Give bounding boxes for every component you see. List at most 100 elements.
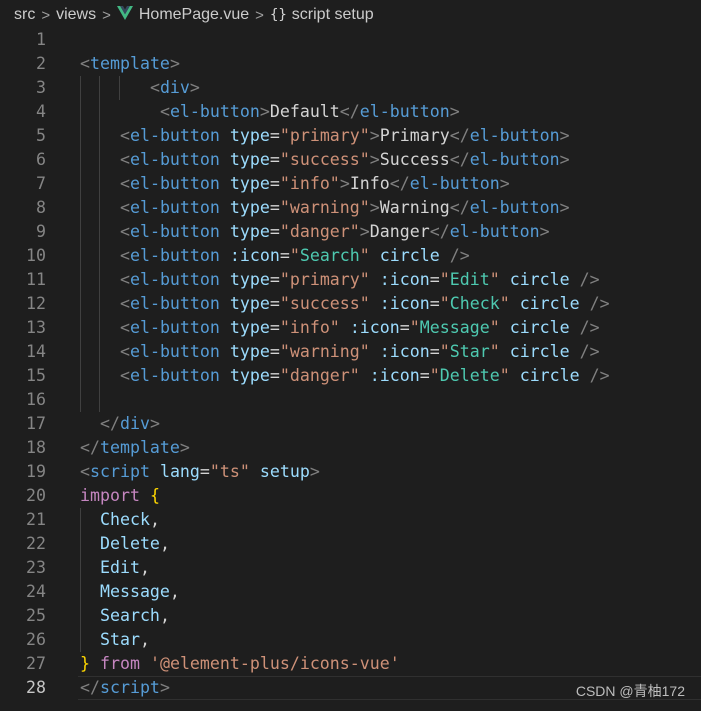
code-line[interactable]: 13 <el-button type="info" :icon="Message… — [0, 316, 701, 340]
breadcrumb-views[interactable]: views — [56, 6, 96, 24]
code-token: el-button — [129, 174, 220, 193]
code-line[interactable]: 2 <template> — [0, 52, 701, 76]
code-line[interactable]: 11 <el-button type="primary" :icon="Edit… — [0, 268, 701, 292]
code-text: <el-button :icon="Search" circle /> — [80, 244, 470, 268]
code-text: <el-button type="success" :icon="Check" … — [80, 292, 610, 316]
code-line[interactable]: 7 <el-button type="info">Info</el-button… — [0, 172, 701, 196]
code-token: "info" — [279, 318, 340, 337]
code-token: > — [559, 198, 570, 217]
code-token: div — [119, 414, 150, 433]
line-number: 4 — [36, 102, 46, 121]
code-token: type — [229, 174, 270, 193]
code-token: > — [149, 414, 160, 433]
code-line[interactable]: 16 — [0, 388, 701, 412]
code-token: from — [100, 654, 140, 673]
code-line[interactable]: 6 <el-button type="success">Success</el-… — [0, 148, 701, 172]
code-token: div — [159, 78, 190, 97]
code-token: Success — [379, 150, 450, 169]
code-text: </script> — [80, 676, 170, 700]
code-token: el-button — [469, 198, 560, 217]
breadcrumb-symbol-label: script setup — [291, 6, 374, 23]
code-line[interactable]: 26 Star, — [0, 628, 701, 652]
code-text: <el-button type="warning">Warning</el-bu… — [80, 196, 570, 220]
code-line[interactable]: 27} from '@element-plus/icons-vue' — [0, 652, 701, 676]
code-line[interactable]: 25 Search, — [0, 604, 701, 628]
code-token: el-button — [129, 270, 220, 289]
line-number: 2 — [36, 54, 46, 73]
code-token: = — [269, 150, 280, 169]
code-token: :icon — [379, 342, 430, 361]
code-line[interactable]: 15 <el-button type="danger" :icon="Delet… — [0, 364, 701, 388]
code-line[interactable]: 8 <el-button type="warning">Warning</el-… — [0, 196, 701, 220]
code-token: el-button — [129, 246, 220, 265]
line-number: 14 — [26, 342, 46, 361]
code-line[interactable]: 9 <el-button type="danger">Danger</el-bu… — [0, 220, 701, 244]
code-line[interactable]: 18 </template> — [0, 436, 701, 460]
code-line[interactable]: 24 Message, — [0, 580, 701, 604]
breadcrumb-src[interactable]: src — [14, 6, 35, 24]
code-token: < — [80, 54, 90, 73]
code-token: < — [119, 222, 130, 241]
code-line[interactable]: 14 <el-button type="warning" :icon="Star… — [0, 340, 701, 364]
code-token: Delete — [99, 534, 160, 553]
code-token: = — [269, 198, 280, 217]
code-text: <el-button type="success">Success</el-bu… — [80, 148, 570, 172]
line-number: 1 — [36, 30, 46, 49]
code-token: type — [229, 198, 270, 217]
code-token: circle — [509, 318, 570, 337]
code-token: = — [429, 270, 440, 289]
code-text: <script lang="ts" setup> — [80, 460, 320, 484]
code-line[interactable]: 20 import { — [0, 484, 701, 508]
code-token: /> — [579, 270, 600, 289]
breadcrumb-file-label: HomePage.vue — [138, 6, 250, 23]
code-token: Info — [349, 174, 390, 193]
line-number: 5 — [36, 126, 46, 145]
line-number: 19 — [26, 462, 46, 481]
breadcrumb-file[interactable]: HomePage.vue — [116, 6, 250, 24]
code-token: type — [229, 366, 270, 385]
code-token: = — [269, 294, 280, 313]
breadcrumb-symbol[interactable]: {} script setup — [270, 6, 374, 24]
code-line[interactable]: 5 <el-button type="primary">Primary</el-… — [0, 124, 701, 148]
code-token: type — [229, 342, 270, 361]
code-token: circle — [519, 366, 580, 385]
code-token: < — [119, 246, 130, 265]
code-token: "info" — [279, 174, 340, 193]
code-editor[interactable]: 1 2 <template> 3 <div> 4 <el-button>Default<… — [0, 28, 701, 711]
code-token: "success" — [279, 150, 370, 169]
code-line[interactable]: 10 <el-button :icon="Search" circle /> — [0, 244, 701, 268]
code-text: <el-button type="primary" :icon="Edit" c… — [80, 268, 600, 292]
line-number: 11 — [26, 270, 46, 289]
code-token: el-button — [129, 342, 220, 361]
code-line[interactable]: 17 </div> — [0, 412, 701, 436]
code-token: < — [119, 294, 130, 313]
code-line[interactable]: 1 — [0, 28, 701, 52]
vue-logo-icon — [116, 6, 133, 20]
code-line[interactable]: 23 Edit, — [0, 556, 701, 580]
code-token: = — [269, 126, 280, 145]
line-number: 3 — [36, 78, 46, 97]
code-line[interactable]: 22 Delete, — [0, 532, 701, 556]
code-token: < — [119, 174, 130, 193]
code-line[interactable]: 19 <script lang="ts" setup> — [0, 460, 701, 484]
line-number: 20 — [26, 486, 46, 505]
code-line[interactable]: 21 Check, — [0, 508, 701, 532]
code-line[interactable]: 3 <div> — [0, 76, 701, 100]
line-number: 17 — [26, 414, 46, 433]
code-line[interactable]: 4 <el-button>Default</el-button> — [0, 100, 701, 124]
line-number: 24 — [26, 582, 46, 601]
code-line[interactable]: 12 <el-button type="success" :icon="Chec… — [0, 292, 701, 316]
